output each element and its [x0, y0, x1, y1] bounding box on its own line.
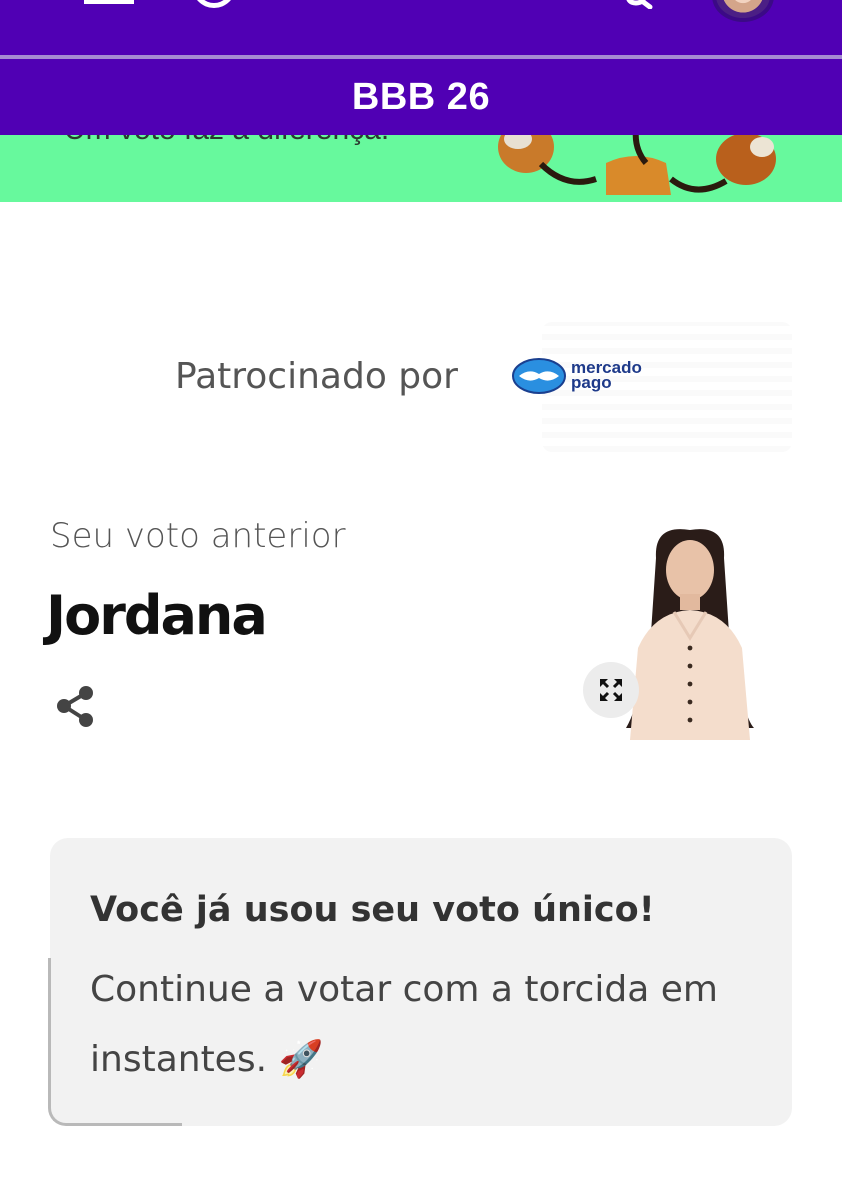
sponsor-row: Patrocinado por mercado pago	[175, 350, 735, 410]
sponsor-logo[interactable]: mercado pago	[511, 356, 651, 400]
previous-vote-name: Jordana	[46, 584, 268, 647]
handshake-icon	[512, 358, 566, 394]
card-body: Continue a votar com a torcida em instan…	[90, 969, 718, 1080]
menu-icon[interactable]	[84, 0, 134, 4]
hero-text: Um voto faz a diferença.	[64, 135, 389, 147]
app-bar	[0, 0, 842, 55]
hero-banner: Um voto faz a diferença.	[0, 135, 842, 202]
voting-page: BBB 26 Um voto faz a diferença. Patrocin…	[0, 0, 842, 1200]
mascot-illustration	[498, 135, 776, 195]
sponsor-logo-line2: pago	[571, 373, 612, 392]
avatar[interactable]	[712, 0, 774, 22]
page-title: BBB 26	[351, 75, 491, 118]
previous-vote-label: Seu voto anterior	[50, 516, 346, 556]
share-icon[interactable]	[52, 684, 98, 730]
expand-icon[interactable]	[583, 662, 639, 718]
card-title: Você já usou seu voto único!	[90, 890, 655, 930]
title-bar: BBB 26	[0, 59, 842, 135]
logo-icon[interactable]	[192, 0, 236, 8]
sponsor-label: Patrocinado por	[175, 356, 458, 397]
search-icon[interactable]	[614, 0, 658, 10]
